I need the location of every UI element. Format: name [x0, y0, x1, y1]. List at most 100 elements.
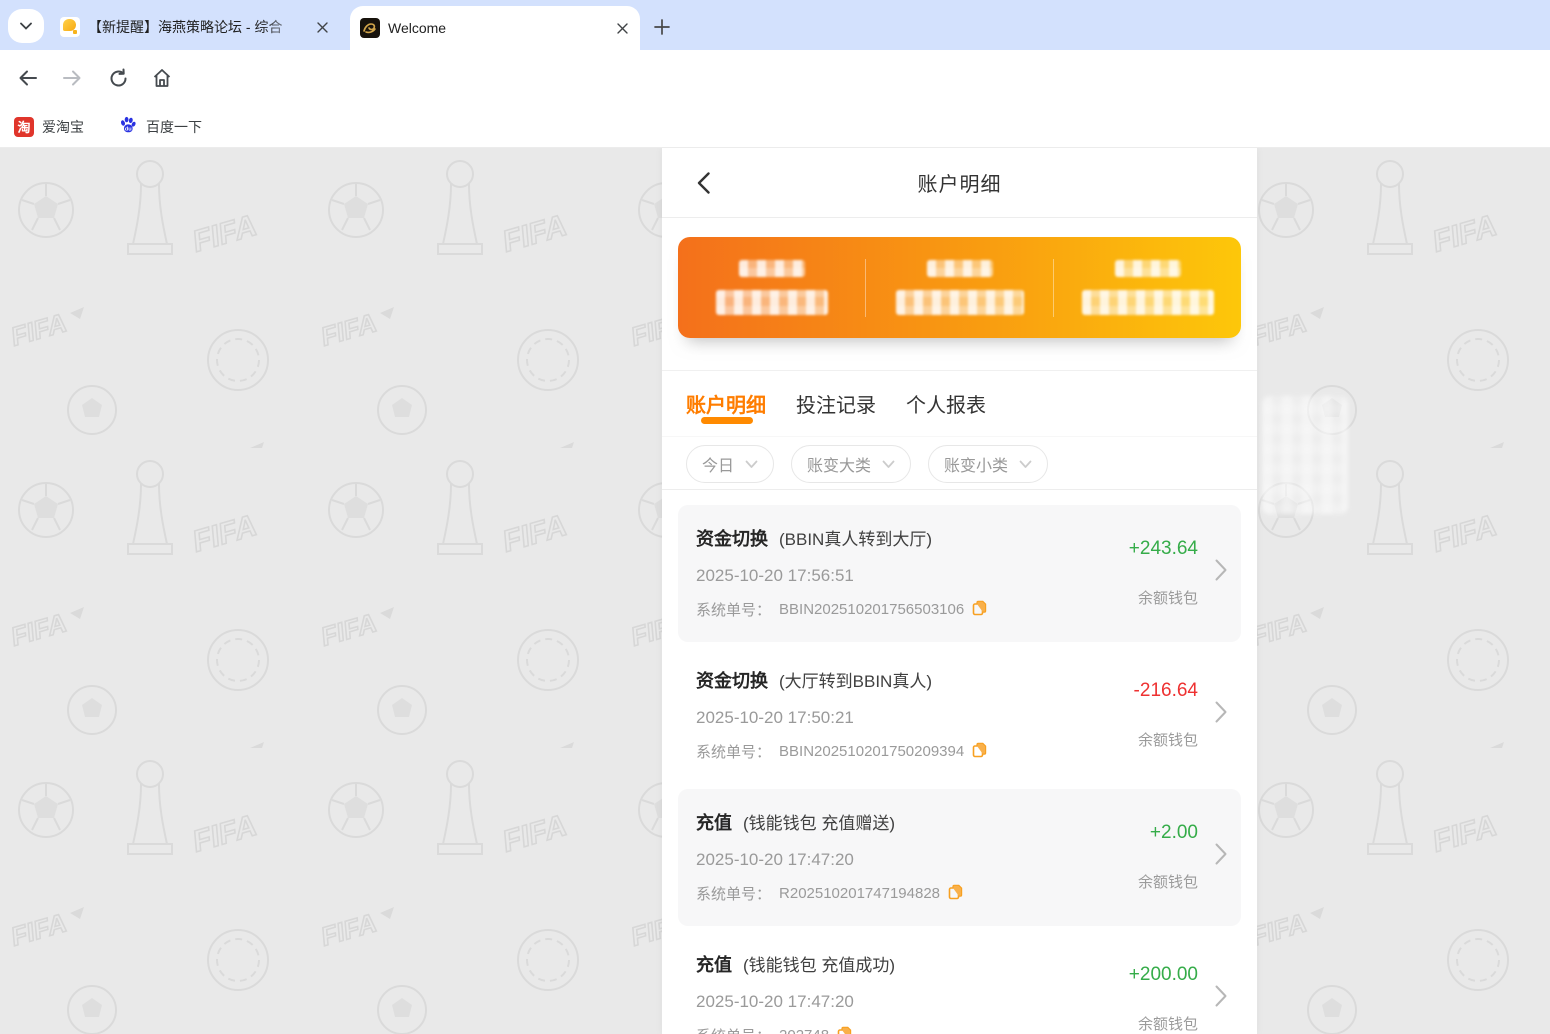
transaction-amount: +243.64 [1128, 537, 1198, 559]
transaction-note: (钱能钱包 充值赠送) [743, 814, 896, 833]
chevron-down-icon [882, 460, 895, 468]
order-number-label: 系统单号： [696, 602, 772, 619]
tab-bet-records[interactable]: 投注记录 [796, 389, 876, 436]
tab-close-icon[interactable] [314, 19, 330, 35]
blurred-region [1262, 396, 1348, 514]
chevron-down-icon [1019, 460, 1032, 468]
forum-favicon-icon [60, 17, 80, 37]
transaction-amount: +2.00 [1149, 821, 1198, 843]
transaction-note: (BBIN真人转到大厅) [779, 530, 932, 549]
transaction-datetime: 2025-10-20 17:56:51 [696, 566, 854, 585]
transaction-type: 资金切换 [696, 529, 768, 549]
wallet-type: 余额钱包 [1137, 1015, 1198, 1033]
chevron-right-icon[interactable] [1215, 985, 1227, 1012]
transaction-datetime: 2025-10-20 17:47:20 [696, 992, 854, 1011]
major-category-dropdown[interactable]: 账变大类 [791, 445, 912, 483]
order-number-value: R202510201747194828 [779, 885, 941, 902]
transaction-datetime: 2025-10-20 17:47:20 [696, 850, 854, 869]
filter-label: 账变大类 [807, 458, 872, 475]
bookmarks-bar: 淘 爱淘宝 du 百度一下 [0, 106, 1550, 148]
filter-label: 今日 [702, 458, 735, 475]
balance-card [678, 237, 1241, 338]
page-title: 账户明细 [917, 174, 1002, 196]
masked-balance-value [1081, 290, 1214, 315]
filter-label: 账变小类 [944, 458, 1009, 475]
tab-close-icon[interactable] [614, 20, 630, 36]
balance-column [678, 260, 865, 315]
chevron-right-icon[interactable] [1215, 843, 1227, 870]
filter-row: 今日 账变大类 账变小类 [662, 437, 1257, 490]
transaction-info: 资金切换 (大厅转到BBIN真人) 2025-10-20 17:50:21 系统… [696, 667, 1134, 762]
transaction-info: 充值 (钱能钱包 充值成功) 2025-10-20 17:47:20 系统单号：… [696, 951, 1129, 1034]
tab-personal-report[interactable]: 个人报表 [906, 389, 986, 436]
masked-balance-label [926, 260, 993, 277]
transaction-list: 资金切换 (BBIN真人转到大厅) 2025-10-20 17:56:51 系统… [662, 490, 1257, 1034]
transaction-datetime: 2025-10-20 17:50:21 [696, 708, 854, 727]
tab-title: 【新提醒】海燕策略论坛 - 综合 [88, 19, 283, 35]
taobao-icon: 淘 [14, 116, 34, 137]
browser-tab-welcome[interactable]: Welcome [350, 6, 640, 50]
bookmark-baidu[interactable]: du 百度一下 [118, 115, 202, 138]
svg-text:du: du [125, 126, 132, 132]
transaction-row[interactable]: 资金切换 (大厅转到BBIN真人) 2025-10-20 17:50:21 系统… [678, 647, 1241, 784]
active-tab-underline [701, 417, 753, 424]
order-number-label: 系统单号： [696, 1025, 771, 1034]
wallet-type: 余额钱包 [1137, 731, 1198, 749]
welcome-favicon-icon [360, 18, 380, 38]
browser-tab-strip: 【新提醒】海燕策略论坛 - 综合 Welcome [0, 0, 1550, 50]
back-chevron-icon[interactable] [692, 172, 714, 194]
minor-category-dropdown[interactable]: 账变小类 [928, 445, 1049, 483]
reload-button[interactable] [106, 66, 130, 90]
tab-search-button[interactable] [8, 9, 44, 43]
baidu-paw-icon: du [118, 115, 138, 138]
transaction-amount: -216.64 [1133, 679, 1198, 701]
order-number-label: 系统单号： [696, 886, 772, 903]
tab-title: Welcome [388, 20, 447, 36]
bookmark-label: 百度一下 [146, 118, 202, 135]
copy-icon[interactable] [837, 1026, 852, 1034]
bookmark-aitaobao[interactable]: 淘 爱淘宝 [14, 116, 84, 137]
wallet-type: 余额钱包 [1137, 589, 1198, 607]
order-number-label: 系统单号： [696, 744, 772, 761]
transaction-note: (大厅转到BBIN真人) [779, 672, 932, 691]
wallet-type: 余额钱包 [1137, 873, 1198, 891]
masked-balance-label [738, 260, 805, 277]
transaction-info: 资金切换 (BBIN真人转到大厅) 2025-10-20 17:56:51 系统… [696, 525, 1129, 620]
transaction-amount: +200.00 [1128, 963, 1198, 985]
date-filter-dropdown[interactable]: 今日 [686, 445, 775, 483]
transaction-row[interactable]: 资金切换 (BBIN真人转到大厅) 2025-10-20 17:56:51 系统… [678, 505, 1241, 642]
order-number-value: 202748 [779, 1027, 829, 1034]
balance-column [866, 260, 1053, 315]
balance-card-section [662, 218, 1257, 371]
copy-icon[interactable] [972, 600, 987, 620]
transaction-type: 资金切换 [696, 671, 768, 691]
masked-balance-label [1114, 260, 1181, 277]
transaction-info: 充值 (钱能钱包 充值赠送) 2025-10-20 17:47:20 系统单号：… [696, 809, 1138, 904]
copy-icon[interactable] [972, 742, 987, 762]
new-tab-button[interactable] [648, 13, 676, 41]
page-background: FIFA FIFA 账户明细 [0, 148, 1550, 1034]
masked-balance-value [715, 290, 828, 315]
transaction-type: 充值 [696, 813, 732, 833]
chevron-right-icon[interactable] [1215, 701, 1227, 728]
bookmark-label: 爱淘宝 [42, 118, 84, 135]
order-number-value: BBIN202510201756503106 [779, 601, 965, 618]
chevron-right-icon[interactable] [1215, 559, 1227, 586]
browser-tab-forum[interactable]: 【新提醒】海燕策略论坛 - 综合 [50, 9, 340, 45]
balance-column [1054, 260, 1241, 315]
report-tabs: 账户明细 投注记录 个人报表 [662, 371, 1257, 437]
browser-toolbar: 175616.cc/reports/index [0, 50, 1550, 149]
transaction-row[interactable]: 充值 (钱能钱包 充值成功) 2025-10-20 17:47:20 系统单号：… [678, 931, 1241, 1034]
transaction-row[interactable]: 充值 (钱能钱包 充值赠送) 2025-10-20 17:47:20 系统单号：… [678, 789, 1241, 926]
home-button[interactable] [150, 66, 174, 90]
forward-button[interactable] [60, 66, 84, 90]
masked-balance-value [895, 290, 1024, 315]
back-button[interactable] [16, 66, 40, 90]
chevron-down-icon [745, 460, 758, 468]
panel-header: 账户明细 [662, 148, 1257, 218]
tab-account-detail[interactable]: 账户明细 [686, 389, 766, 436]
account-detail-panel: 账户明细 账户明细 投注记录 个人报表 今日 账变大类 账变小类 资金切换 (B… [662, 148, 1257, 1034]
transaction-note: (钱能钱包 充值成功) [743, 956, 896, 975]
order-number-value: BBIN202510201750209394 [779, 743, 965, 760]
copy-icon[interactable] [948, 884, 963, 904]
